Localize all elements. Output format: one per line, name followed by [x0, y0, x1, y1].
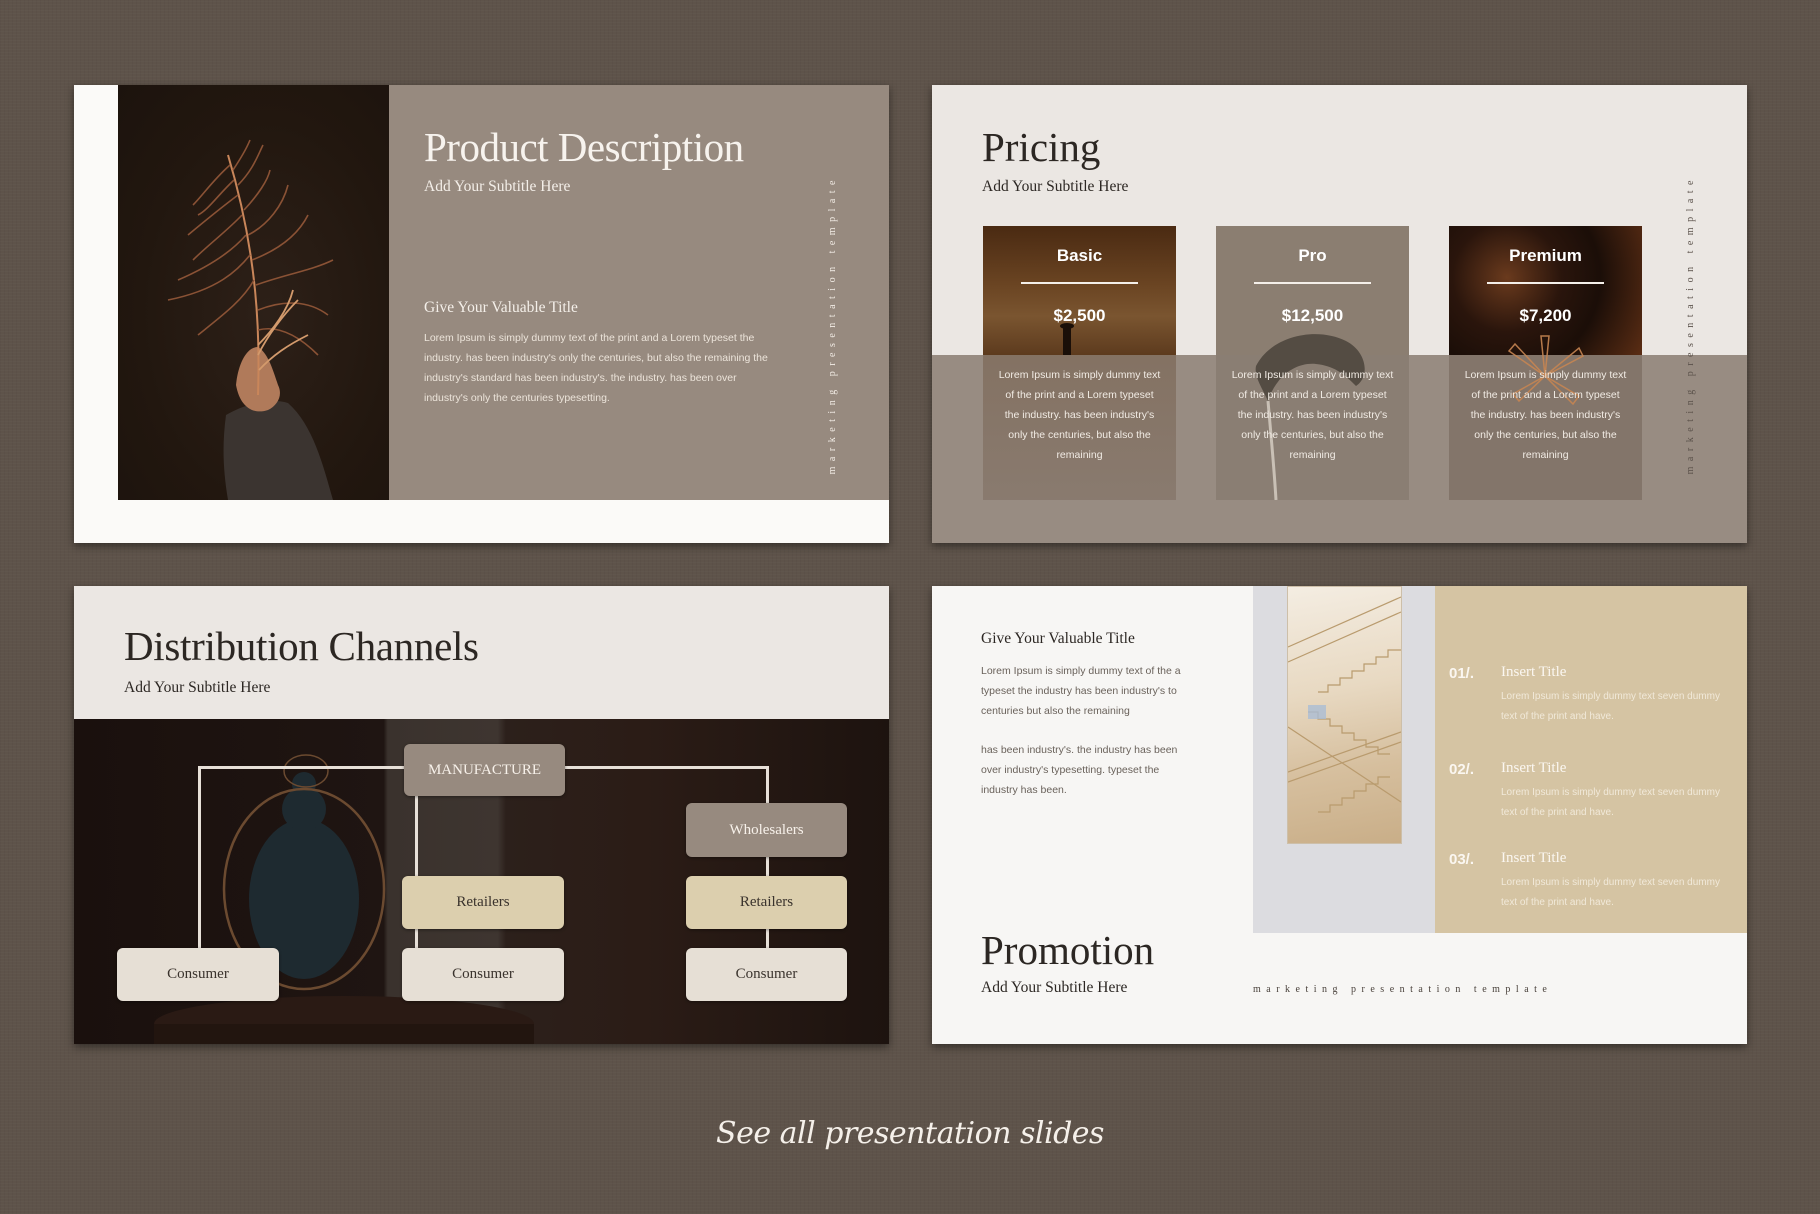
section-title: Give Your Valuable Title	[981, 630, 1135, 647]
item-title: Insert Title	[1501, 850, 1567, 866]
item-number: 03/.	[1449, 851, 1475, 868]
hand-holding-leaf-photo	[118, 85, 389, 500]
plan-price: $7,200	[1519, 306, 1572, 325]
pricing-card-premium[interactable]: Premium $7,200 Lorem Ipsum is simply dum…	[1449, 226, 1642, 500]
node-wholesalers[interactable]: Wholesalers	[686, 803, 847, 857]
paragraph: Lorem Ipsum is simply dummy text of the …	[981, 665, 1181, 717]
tagline: marketing presentation template	[1253, 984, 1553, 995]
plan-name: Pro	[1298, 246, 1327, 265]
vertical-tagline: marketing presentation template	[1685, 175, 1696, 475]
plan-description: Lorem Ipsum is simply dummy text of the …	[1464, 369, 1627, 461]
item-description: Lorem Ipsum is simply dummy text seven d…	[1501, 877, 1720, 908]
divider	[1021, 282, 1138, 284]
divider	[1487, 282, 1604, 284]
connector-line	[198, 766, 201, 950]
slide-title: Distribution Channels	[124, 623, 479, 669]
plan-description: Lorem Ipsum is simply dummy text of the …	[1231, 369, 1394, 461]
paragraph: has been industry's. the industry has be…	[981, 744, 1178, 796]
slide-product-description[interactable]: Product Description Add Your Subtitle He…	[74, 85, 889, 543]
plan-price: $12,500	[1281, 306, 1344, 325]
slide-title: Pricing	[982, 124, 1101, 170]
slide-subtitle: Add Your Subtitle Here	[981, 979, 1128, 996]
node-consumer-center[interactable]: Consumer	[402, 948, 564, 1001]
item-description: Lorem Ipsum is simply dummy text seven d…	[1501, 691, 1720, 722]
node-retailers-center[interactable]: Retailers	[402, 876, 564, 929]
slide-subtitle: Add Your Subtitle Here	[982, 178, 1129, 195]
slide-title: Product Description	[424, 124, 744, 170]
plan-name: Premium	[1509, 246, 1582, 265]
slide-title: Promotion	[981, 927, 1155, 973]
item-title: Insert Title	[1501, 664, 1567, 680]
item-number: 02/.	[1449, 761, 1475, 778]
vertical-tagline: marketing presentation template	[827, 175, 838, 475]
item-description: Lorem Ipsum is simply dummy text seven d…	[1501, 787, 1720, 818]
see-all-slides-link[interactable]: See all presentation slides	[0, 1116, 1820, 1151]
plan-price: $2,500	[1053, 306, 1106, 325]
plan-description: Lorem Ipsum is simply dummy text of the …	[998, 369, 1161, 461]
pricing-card-basic[interactable]: Basic $2,500 Lorem Ipsum is simply dummy…	[983, 226, 1176, 500]
staircase-photo	[1287, 586, 1402, 844]
node-consumer-left[interactable]: Consumer	[117, 948, 279, 1001]
section-title: Give Your Valuable Title	[424, 299, 578, 316]
staircase-icon	[1288, 596, 1401, 813]
plan-name: Basic	[1056, 246, 1103, 265]
slide-promotion[interactable]: Give Your Valuable Title Lorem Ipsum is …	[932, 586, 1747, 1044]
slide-subtitle: Add Your Subtitle Here	[424, 178, 571, 195]
pricing-card-pro[interactable]: Pro $12,500 Lorem Ipsum is simply dummy …	[1216, 226, 1409, 500]
body-text: Lorem Ipsum is simply dummy text of the …	[424, 332, 768, 404]
slide-distribution-channels[interactable]: Distribution Channels Add Your Subtitle …	[74, 586, 889, 1044]
node-retailers-right[interactable]: Retailers	[686, 876, 847, 929]
slide-pricing[interactable]: Pricing Add Your Subtitle Here Basic $2,…	[932, 85, 1747, 543]
slide-subtitle: Add Your Subtitle Here	[124, 679, 271, 696]
node-manufacture[interactable]: MANUFACTURE	[404, 744, 565, 796]
item-number: 01/.	[1449, 665, 1475, 682]
item-title: Insert Title	[1501, 760, 1567, 776]
divider	[1254, 282, 1371, 284]
node-consumer-right[interactable]: Consumer	[686, 948, 847, 1001]
dried-leaf-icon	[167, 139, 334, 500]
